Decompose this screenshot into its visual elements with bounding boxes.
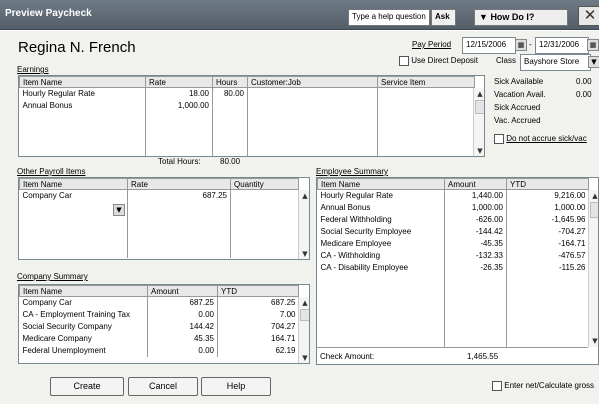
sick-accrued-label: Sick Accrued xyxy=(494,103,541,112)
scrollbar[interactable]: ▲ ▼ xyxy=(588,190,598,347)
table-row: Medicare Employee -45.35 -164.71 xyxy=(317,237,589,250)
table-row: Medicare Company 45.35 164.71 xyxy=(19,332,299,345)
ask-button[interactable]: Ask xyxy=(431,9,456,26)
calendar-icon[interactable]: ▦ xyxy=(515,39,527,51)
class-label: Class xyxy=(496,56,517,65)
col-ytd: YTD xyxy=(506,178,589,190)
company-summary-label: Company Summary xyxy=(17,272,88,281)
enter-net-row[interactable]: Enter net/Calculate gross xyxy=(492,381,594,391)
earnings-table[interactable]: Item Name Rate Hours Customer:Job Servic… xyxy=(18,75,485,157)
table-row: Social Security Company 144.42 704.27 xyxy=(19,320,299,333)
check-amount-row: Check Amount: 1,465.55 xyxy=(317,347,588,364)
table-row[interactable]: Annual Bonus 1,000.00 xyxy=(19,99,475,112)
cancel-button[interactable]: Cancel xyxy=(128,377,198,396)
scroll-down-icon[interactable]: ▼ xyxy=(589,335,598,347)
how-do-i-label: How Do I? xyxy=(490,12,535,22)
col-item-name: Item Name xyxy=(19,285,148,297)
help-button[interactable]: Help xyxy=(201,377,271,396)
table-row: CA - Disability Employee -26.35 -115.26 xyxy=(317,261,589,274)
table-row: Social Security Employee -144.42 -704.27 xyxy=(317,225,589,238)
scrollbar[interactable]: ▲ ▼ xyxy=(298,297,309,363)
vacation-avail-label: Vacation Avail. xyxy=(494,90,546,99)
how-do-i-button[interactable]: ▼ How Do I? xyxy=(474,9,568,26)
direct-deposit-checkbox-row[interactable]: Use Direct Deposit xyxy=(399,56,478,66)
col-item-name: Item Name xyxy=(317,178,445,190)
total-hours-label: Total Hours: xyxy=(158,157,201,166)
col-rate: Rate xyxy=(127,178,231,190)
scroll-up-icon[interactable]: ▲ xyxy=(299,297,309,309)
col-ytd: YTD xyxy=(217,285,299,297)
scroll-down-icon[interactable]: ▼ xyxy=(299,352,309,363)
check-amount-label: Check Amount: xyxy=(320,352,375,361)
col-rate: Rate xyxy=(145,76,213,88)
window-title: Preview Paycheck xyxy=(5,8,92,19)
table-row: CA - Employment Training Tax 0.00 7.00 xyxy=(19,308,299,321)
table-row: CA - Withholding -132.33 -476.57 xyxy=(317,249,589,262)
col-hours: Hours xyxy=(212,76,248,88)
scrollbar[interactable]: ▲ ▼ xyxy=(298,190,309,259)
other-payroll-table[interactable]: Item Name Rate Quantity Company Car 687.… xyxy=(18,177,310,260)
enter-net-checkbox[interactable] xyxy=(492,381,502,391)
employee-name: Regina N. French xyxy=(18,39,136,56)
do-not-accrue-row[interactable]: Do not accrue sick/vac xyxy=(494,134,587,144)
table-row: Hourly Regular Rate 1,440.00 9,216.00 xyxy=(317,189,589,202)
col-customer-job: Customer:Job xyxy=(247,76,378,88)
sick-available-label: Sick Available xyxy=(494,77,544,86)
col-amount: Amount xyxy=(444,178,507,190)
earnings-label: Earnings xyxy=(17,65,49,74)
do-not-accrue-label: Do not accrue sick/vac xyxy=(506,134,587,144)
employee-summary-label: Employee Summary xyxy=(316,167,389,176)
sick-available-value: 0.00 xyxy=(576,77,592,86)
direct-deposit-checkbox[interactable] xyxy=(399,56,409,66)
direct-deposit-label: Use Direct Deposit xyxy=(411,56,478,66)
scrollbar[interactable]: ▲ ▼ xyxy=(473,88,484,156)
table-row: Company Car 687.25 687.25 xyxy=(19,296,299,309)
pay-period-label: Pay Period xyxy=(412,40,452,49)
col-amount: Amount xyxy=(147,285,218,297)
table-row: Federal Unemployment 0.00 62.19 xyxy=(19,344,299,357)
scroll-thumb[interactable] xyxy=(475,100,484,114)
table-row[interactable]: Hourly Regular Rate 18.00 80.00 xyxy=(19,87,475,100)
table-row[interactable]: Company Car 687.25 xyxy=(19,189,299,202)
pay-period-start-field[interactable]: 12/15/2006 xyxy=(462,37,516,54)
scroll-thumb[interactable] xyxy=(300,309,309,321)
company-summary-table[interactable]: Item Name Amount YTD Company Car 687.25 68… xyxy=(18,284,310,364)
dropdown-arrow-icon: ▼ xyxy=(479,12,488,22)
vacation-avail-value: 0.00 xyxy=(576,90,592,99)
create-button[interactable]: Create xyxy=(50,377,124,396)
scroll-down-icon[interactable]: ▼ xyxy=(299,248,309,259)
employee-summary-table[interactable]: Item Name Amount YTD Hourly Regular Rate… xyxy=(316,177,599,365)
scroll-up-icon[interactable]: ▲ xyxy=(299,190,309,202)
pay-period-separator: - xyxy=(529,40,532,49)
col-quantity: Quantity xyxy=(230,178,299,190)
total-hours-value: 80.00 xyxy=(220,157,241,166)
chevron-down-icon[interactable]: ▼ xyxy=(113,204,125,216)
do-not-accrue-checkbox[interactable] xyxy=(494,134,504,144)
check-amount-value: 1,465.55 xyxy=(467,352,499,361)
scroll-thumb[interactable] xyxy=(590,202,598,218)
class-select[interactable]: Bayshore Store xyxy=(520,54,591,71)
class-value: Bayshore Store xyxy=(524,57,580,66)
col-item-name: Item Name xyxy=(19,178,128,190)
pay-period-end-field[interactable]: 12/31/2006 xyxy=(535,37,589,54)
scroll-down-icon[interactable]: ▼ xyxy=(474,145,484,156)
help-question-input[interactable]: Type a help question xyxy=(348,9,430,26)
chevron-down-icon[interactable]: ▼ xyxy=(588,56,599,68)
calendar-icon[interactable]: ▦ xyxy=(587,39,599,51)
scroll-up-icon[interactable]: ▲ xyxy=(589,190,598,202)
vac-accrued-label: Vac. Accrued xyxy=(494,116,541,125)
enter-net-label: Enter net/Calculate gross xyxy=(504,381,595,391)
scroll-up-icon[interactable]: ▲ xyxy=(474,88,484,100)
close-icon[interactable]: ✕ xyxy=(578,6,599,26)
other-payroll-label: Other Payroll Items xyxy=(17,167,86,176)
col-service-item: Service Item xyxy=(377,76,475,88)
table-row: Annual Bonus 1,000.00 1,000.00 xyxy=(317,201,589,214)
col-item-name: Item Name xyxy=(19,76,146,88)
table-row: Federal Withholding -626.00 -1,645.96 xyxy=(317,213,589,226)
